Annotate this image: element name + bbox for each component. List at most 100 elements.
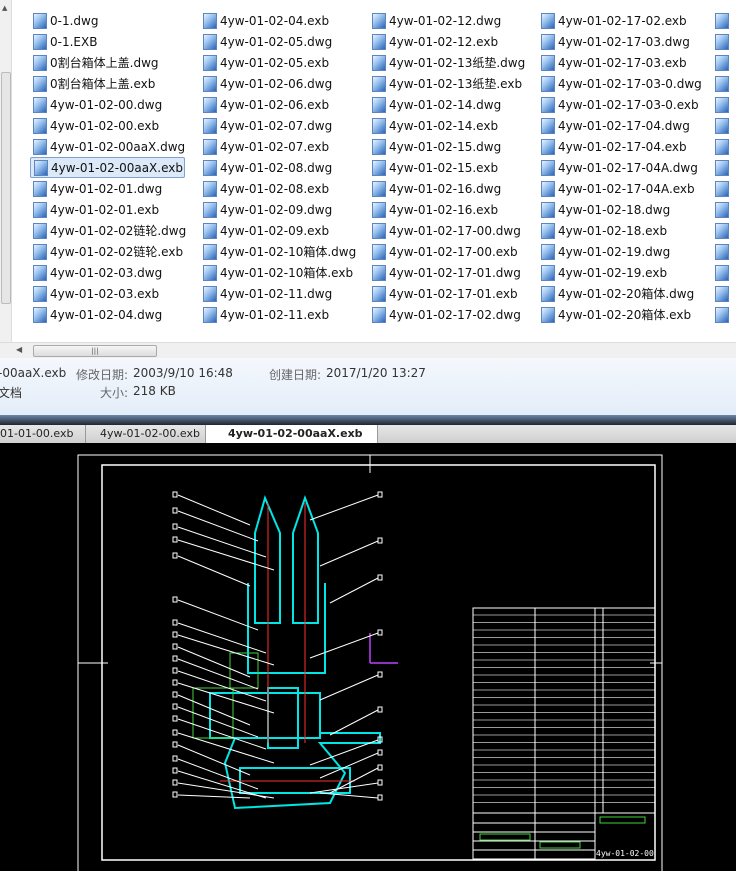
file-item[interactable] xyxy=(712,31,736,52)
file-item[interactable]: 4yw-01-02-08.exb xyxy=(200,178,355,199)
file-item[interactable]: 4yw-01-02-17-04A.exb xyxy=(538,178,695,199)
file-item[interactable]: 4yw-01-02-17-00.dwg xyxy=(369,220,524,241)
file-icon xyxy=(715,159,729,176)
file-item[interactable]: 4yw-01-02-01.dwg xyxy=(30,178,185,199)
file-item[interactable]: 4yw-01-02-11.dwg xyxy=(200,283,355,304)
file-item[interactable] xyxy=(712,73,736,94)
file-item[interactable]: 4yw-01-02-12.dwg xyxy=(369,10,524,31)
file-item[interactable]: 4yw-01-02-03.dwg xyxy=(30,262,185,283)
file-item[interactable]: 4yw-01-02-18.exb xyxy=(538,220,693,241)
file-name: 0-1.dwg xyxy=(50,13,99,28)
file-item[interactable]: 4yw-01-02-15.exb xyxy=(369,157,524,178)
file-icon xyxy=(33,54,47,71)
file-item[interactable]: 4yw-01-02-00.dwg xyxy=(30,94,185,115)
file-item[interactable]: 4yw-01-02-02链轮.dwg xyxy=(30,220,186,241)
file-item[interactable]: 4yw-01-02-04.dwg xyxy=(30,304,185,325)
file-item[interactable]: 4yw-01-02-17-03.exb xyxy=(538,52,693,73)
file-icon xyxy=(203,264,217,281)
file-item[interactable]: 4yw-01-02-03.exb xyxy=(30,283,185,304)
file-item[interactable]: 0-1.EXB xyxy=(30,31,185,52)
file-item[interactable]: 4yw-01-02-17-00.exb xyxy=(369,241,524,262)
file-item[interactable] xyxy=(712,220,736,241)
file-item[interactable]: 4yw-01-02-10箱体.exb xyxy=(200,262,355,283)
scroll-thumb[interactable]: ||| xyxy=(33,345,157,357)
file-item[interactable]: 4yw-01-02-17-01.exb xyxy=(369,283,524,304)
file-item[interactable] xyxy=(712,304,736,325)
tab-4yw-01-02-00aaX[interactable]: 4yw-01-02-00aaX.exb × xyxy=(206,425,378,458)
file-item[interactable]: 4yw-01-02-11.exb xyxy=(200,304,355,325)
file-item[interactable]: 4yw-01-02-06.dwg xyxy=(200,73,355,94)
file-item[interactable] xyxy=(712,115,736,136)
file-icon xyxy=(541,243,555,260)
file-icon xyxy=(715,54,729,71)
vertical-scrollbar[interactable]: ▲ xyxy=(0,0,12,342)
scroll-left-icon[interactable]: ◀ xyxy=(16,345,22,354)
file-item[interactable]: 4yw-01-02-17-02.dwg xyxy=(369,304,524,325)
file-item[interactable]: 4yw-01-02-14.dwg xyxy=(369,94,524,115)
file-name: 4yw-01-02-08.exb xyxy=(220,181,330,196)
file-item[interactable]: 4yw-01-02-00aaX.dwg xyxy=(30,136,185,157)
file-item[interactable]: 4yw-01-02-13纸垫.dwg xyxy=(369,52,525,73)
file-item[interactable]: 4yw-01-02-12.exb xyxy=(369,31,524,52)
file-item[interactable]: 4yw-01-02-19.dwg xyxy=(538,241,693,262)
file-item[interactable] xyxy=(712,157,736,178)
file-item[interactable] xyxy=(712,241,736,262)
file-item[interactable]: 4yw-01-02-02链轮.exb xyxy=(30,241,185,262)
file-item[interactable]: 4yw-01-02-07.exb xyxy=(200,136,355,157)
file-item[interactable]: 0割台箱体上盖.exb xyxy=(30,73,185,94)
file-item[interactable]: 4yw-01-02-20箱体.exb xyxy=(538,304,693,325)
file-item[interactable] xyxy=(712,178,736,199)
file-item[interactable] xyxy=(712,199,736,220)
file-item[interactable]: 4yw-01-02-17-04.dwg xyxy=(538,115,693,136)
file-icon xyxy=(33,33,47,50)
file-icon xyxy=(33,138,47,155)
file-item[interactable]: 4yw-01-02-15.dwg xyxy=(369,136,524,157)
file-item[interactable]: 4yw-01-02-00.exb xyxy=(30,115,185,136)
file-item[interactable]: 4yw-01-02-17-01.dwg xyxy=(369,262,524,283)
file-item[interactable]: 4yw-01-02-00aaX.exb xyxy=(30,157,185,178)
file-item[interactable]: 4yw-01-02-16.exb xyxy=(369,199,524,220)
file-item[interactable]: 0割台箱体上盖.dwg xyxy=(30,52,185,73)
tab-01-01-00[interactable]: 01-01-00.exb xyxy=(0,425,86,443)
horizontal-scrollbar[interactable]: ◀ ||| xyxy=(0,342,736,358)
tab-4yw-01-02-00[interactable]: 4yw-01-02-00.exb xyxy=(86,425,206,443)
file-item[interactable]: 4yw-01-02-17-03-0.exb xyxy=(538,94,699,115)
file-item[interactable]: 4yw-01-02-20箱体.dwg xyxy=(538,283,694,304)
scroll-thumb[interactable] xyxy=(1,72,11,304)
file-item[interactable] xyxy=(712,94,736,115)
file-item[interactable]: 4yw-01-02-01.exb xyxy=(30,199,185,220)
scroll-up-icon[interactable]: ▲ xyxy=(2,4,7,12)
file-item[interactable]: 4yw-01-02-05.exb xyxy=(200,52,355,73)
file-icon xyxy=(541,159,555,176)
file-item[interactable]: 4yw-01-02-16.dwg xyxy=(369,178,524,199)
file-item[interactable]: 0-1.dwg xyxy=(30,10,185,31)
file-item[interactable] xyxy=(712,262,736,283)
file-name: 4yw-01-02-13纸垫.exb xyxy=(389,77,523,91)
file-item[interactable]: 4yw-01-02-17-03.dwg xyxy=(538,31,693,52)
file-item[interactable]: 4yw-01-02-17-03-0.dwg xyxy=(538,73,702,94)
cad-canvas[interactable]: 4yw-01-02-00 xyxy=(0,443,736,874)
file-item[interactable]: 4yw-01-02-05.dwg xyxy=(200,31,355,52)
file-item[interactable] xyxy=(712,136,736,157)
file-item[interactable]: 4yw-01-02-17-04.exb xyxy=(538,136,693,157)
file-item[interactable]: 4yw-01-02-07.dwg xyxy=(200,115,355,136)
file-item[interactable]: 4yw-01-02-13纸垫.exb xyxy=(369,73,524,94)
file-item[interactable]: 4yw-01-02-04.exb xyxy=(200,10,355,31)
file-item[interactable]: 4yw-01-02-09.dwg xyxy=(200,199,355,220)
file-icon xyxy=(372,96,386,113)
file-item[interactable]: 4yw-01-02-08.dwg xyxy=(200,157,355,178)
file-item[interactable]: 4yw-01-02-14.exb xyxy=(369,115,524,136)
file-item[interactable]: 4yw-01-02-19.exb xyxy=(538,262,693,283)
modified-value: 2003/9/10 16:48 xyxy=(133,366,233,380)
file-item[interactable] xyxy=(712,10,736,31)
file-item[interactable]: 4yw-01-02-17-02.exb xyxy=(538,10,693,31)
file-item[interactable] xyxy=(712,52,736,73)
file-item[interactable] xyxy=(712,283,736,304)
file-item[interactable]: 4yw-01-02-10箱体.dwg xyxy=(200,241,356,262)
file-icon xyxy=(33,306,47,323)
file-item[interactable]: 4yw-01-02-09.exb xyxy=(200,220,355,241)
file-item[interactable]: 4yw-01-02-06.exb xyxy=(200,94,355,115)
file-item[interactable]: 4yw-01-02-18.dwg xyxy=(538,199,693,220)
file-item[interactable]: 4yw-01-02-17-04A.dwg xyxy=(538,157,698,178)
file-icon xyxy=(33,96,47,113)
